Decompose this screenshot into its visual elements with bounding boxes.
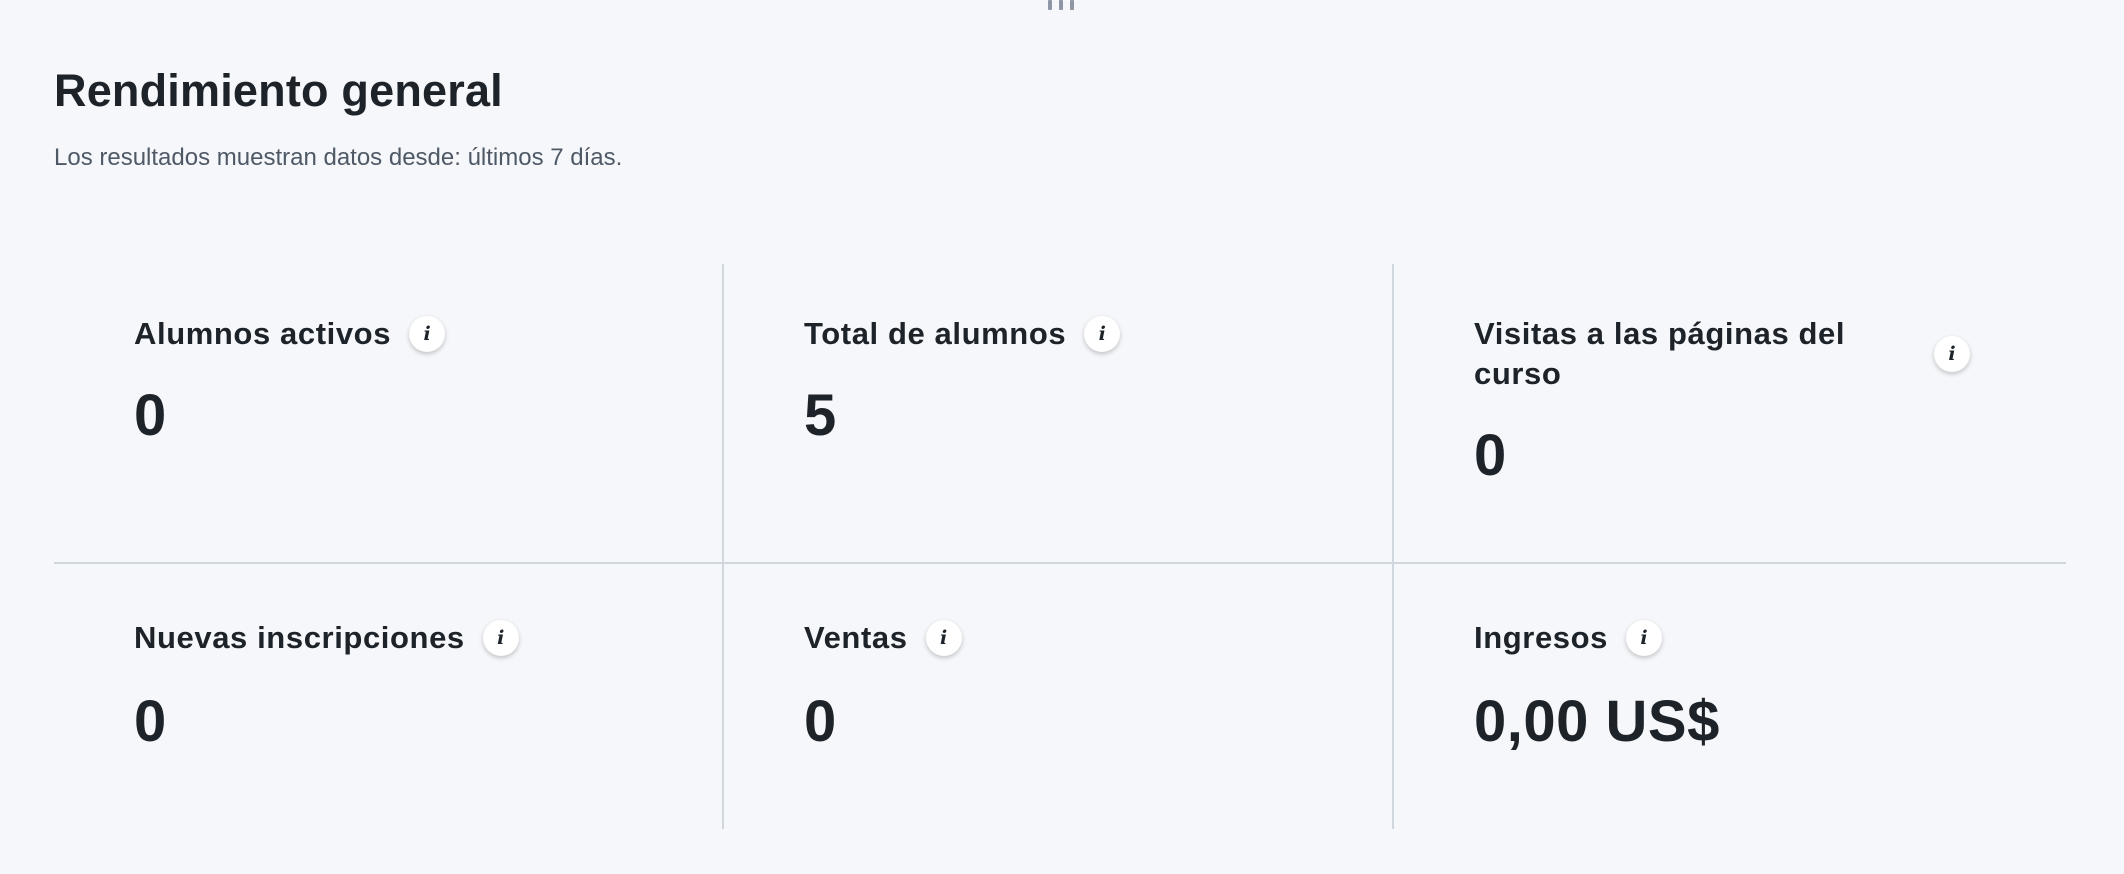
info-icon[interactable]: i: [1084, 316, 1121, 352]
metrics-grid: Alumnos activos i 0 Total de alumnos i 5…: [54, 264, 2066, 829]
metric-header: Alumnos activos i: [134, 314, 722, 354]
info-icon[interactable]: i: [1626, 620, 1663, 656]
metric-label: Visitas a las páginas del curso: [1474, 316, 1846, 391]
metric-header: Nuevas inscripciones i: [134, 618, 722, 658]
metric-header: Total de alumnos i: [804, 314, 1392, 354]
metric-label: Ingresos: [1474, 620, 1609, 655]
metric-header: Ventas i: [804, 618, 1392, 658]
metric-label: Alumnos activos: [134, 316, 392, 351]
info-icon[interactable]: i: [1934, 336, 1970, 372]
drag-handle-icon[interactable]: [1048, 0, 1074, 10]
metric-header: Visitas a las páginas del curso i: [1474, 314, 2066, 394]
metric-sales: Ventas i 0: [724, 564, 1394, 829]
metric-value: 0: [134, 383, 167, 448]
metric-value: 0,00 US$: [1474, 689, 1720, 754]
info-icon[interactable]: i: [409, 316, 446, 352]
metric-label: Ventas: [804, 620, 908, 655]
info-icon[interactable]: i: [482, 620, 519, 656]
section-header: Rendimiento general Los resultados muest…: [54, 62, 622, 174]
overview-panel: Rendimiento general Los resultados muest…: [0, 0, 2124, 874]
metric-value: 0: [804, 689, 837, 754]
page-title: Rendimiento general: [54, 65, 503, 116]
metric-value: 0: [1474, 423, 1507, 488]
metric-label: Nuevas inscripciones: [134, 620, 465, 655]
metric-value: 5: [804, 383, 837, 448]
metric-active-students: Alumnos activos i 0: [54, 264, 724, 564]
metric-header: Ingresos i: [1474, 618, 2066, 658]
drag-handle-bar: [1048, 0, 1052, 10]
metric-course-page-visits: Visitas a las páginas del curso i 0: [1394, 264, 2066, 564]
metric-value: 0: [134, 689, 167, 754]
page-subtitle: Los resultados muestran datos desde: últ…: [54, 144, 623, 171]
drag-handle-bar: [1070, 0, 1074, 10]
metric-label: Total de alumnos: [804, 316, 1067, 351]
metric-total-students: Total de alumnos i 5: [724, 264, 1394, 564]
info-icon[interactable]: i: [925, 620, 962, 656]
drag-handle-bar: [1059, 0, 1063, 10]
metric-new-enrollments: Nuevas inscripciones i 0: [54, 564, 724, 829]
metric-revenue: Ingresos i 0,00 US$: [1394, 564, 2066, 829]
